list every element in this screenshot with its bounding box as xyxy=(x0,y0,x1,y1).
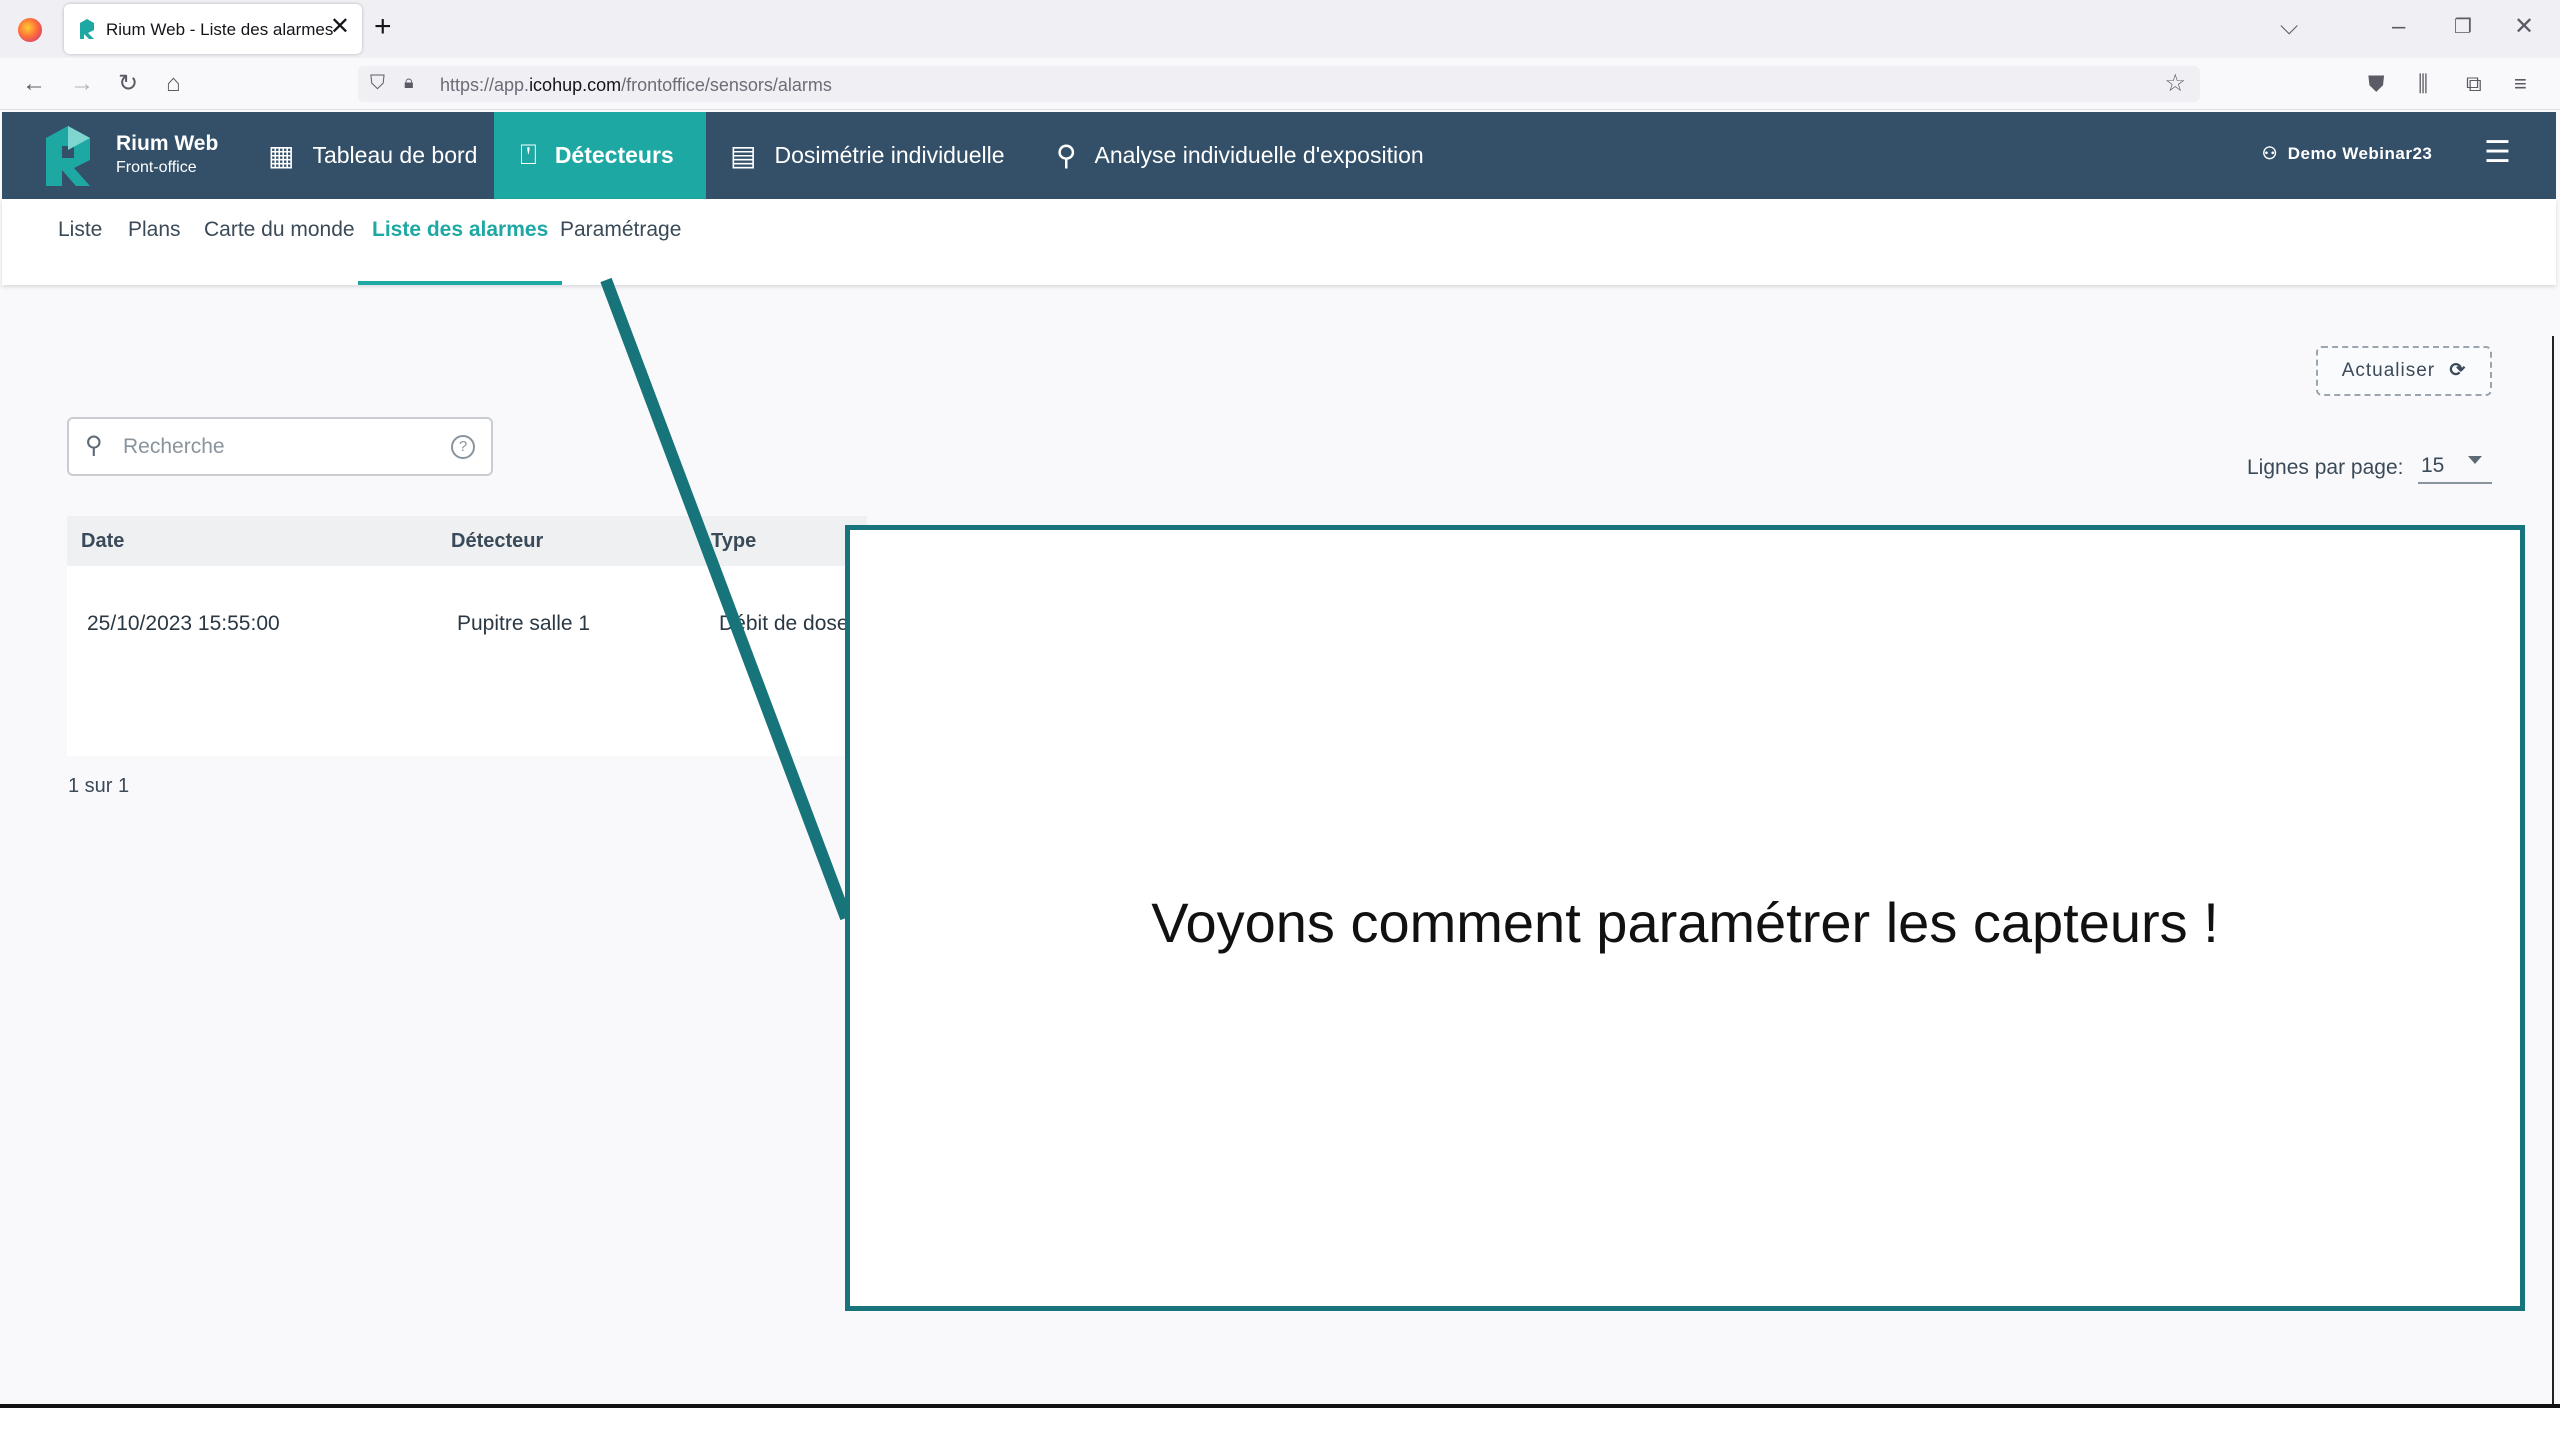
cell-detecteur: Pupitre salle 1 xyxy=(457,612,591,635)
browser-menu-icon[interactable]: ≡ xyxy=(2514,70,2527,98)
brand-subtitle: Front-office xyxy=(116,159,197,176)
search-field[interactable]: ⚲ Recherche ? xyxy=(67,417,493,476)
nav-label: Détecteurs xyxy=(554,142,674,168)
nav-dosimetrie-individuelle[interactable]: ▤ Dosimétrie individuelle xyxy=(730,112,1005,199)
dashboard-icon: ▦ xyxy=(268,140,295,171)
restore-icon[interactable]: ❐ xyxy=(2454,12,2472,42)
refresh-button[interactable]: Actualiser ⟳ xyxy=(2316,346,2492,396)
user-menu[interactable]: ⚇ Demo Webinar23 xyxy=(2262,144,2432,164)
rium-favicon-icon xyxy=(80,19,94,39)
person-search-icon: ⚲ xyxy=(1056,140,1077,171)
forward-icon[interactable]: → xyxy=(70,68,94,100)
pagination-info: 1 sur 1 xyxy=(68,775,130,797)
search-icon: ⚲ xyxy=(85,432,103,459)
callout-text: Voyons comment paramétrer les capteurs ! xyxy=(1151,891,2219,954)
detector-icon: ⍞ xyxy=(520,139,537,170)
hamburger-menu-icon[interactable]: ☰ xyxy=(2484,138,2511,168)
nav-label: Tableau de bord xyxy=(312,142,478,168)
nav-analyse-individuelle[interactable]: ⚲ Analyse individuelle d'exposition xyxy=(1056,112,1424,199)
sub-navigation: Liste Plans Carte du monde Liste des ala… xyxy=(2,199,2556,285)
brand-name: Rium Web xyxy=(116,132,219,155)
user-icon: ⚇ xyxy=(2262,144,2278,163)
id-card-icon: ▤ xyxy=(730,140,757,171)
tab-title: Rium Web - Liste des alarmes xyxy=(106,20,334,39)
table-header: Date Détecteur Type xyxy=(67,516,867,566)
nav-detecteurs[interactable]: ⍞ Détecteurs xyxy=(494,112,706,199)
viewport-right-edge xyxy=(2552,336,2554,1406)
browser-tab-strip: Rium Web - Liste des alarmes ✕ + ⌵ – ❐ ✕ xyxy=(0,0,2560,58)
tab-close-icon[interactable]: ✕ xyxy=(330,15,350,39)
subtab-carte-du-monde[interactable]: Carte du monde xyxy=(190,199,369,285)
nav-label: Analyse individuelle d'exposition xyxy=(1094,142,1424,168)
caret-down-icon xyxy=(2468,456,2482,464)
browser-tab-active[interactable]: Rium Web - Liste des alarmes ✕ xyxy=(64,4,362,54)
rium-logo-icon[interactable] xyxy=(42,124,94,188)
column-header-type[interactable]: Type xyxy=(711,530,756,553)
minimize-icon[interactable]: – xyxy=(2392,12,2405,42)
cell-date: 25/10/2023 15:55:00 xyxy=(87,612,280,635)
table-row[interactable]: 25/10/2023 15:55:00 Pupitre salle 1 Débi… xyxy=(67,566,867,756)
new-tab-button[interactable]: + xyxy=(374,12,392,42)
refresh-icon: ⟳ xyxy=(2449,360,2467,381)
subtab-liste-des-alarmes[interactable]: Liste des alarmes xyxy=(358,199,563,285)
pocket-icon[interactable]: ⛊ xyxy=(2368,70,2385,98)
rows-per-page-select[interactable]: 15 xyxy=(2418,444,2492,484)
tab-list-chevron-icon[interactable]: ⌵ xyxy=(2280,12,2298,42)
browser-toolbar: ← → ↻ ⌂ ⛉ 🔒︎ https://app.icohup.com/fron… xyxy=(0,58,2560,110)
nav-tableau-de-bord[interactable]: ▦ Tableau de bord xyxy=(258,112,487,199)
home-icon[interactable]: ⌂ xyxy=(166,68,181,100)
bookmark-star-icon[interactable]: ☆ xyxy=(2164,69,2186,98)
extensions-icon[interactable]: ⧉ xyxy=(2466,70,2482,98)
viewport-bottom-edge xyxy=(0,1404,2560,1408)
alarms-table: Date Détecteur Type 25/10/2023 15:55:00 … xyxy=(67,516,867,756)
rows-per-page-value: 15 xyxy=(2421,454,2445,477)
subtab-plans[interactable]: Plans xyxy=(114,199,195,285)
cell-type: Débit de dose xyxy=(719,612,849,635)
app-header: Rium Web Front-office ▦ Tableau de bord … xyxy=(2,112,2556,199)
help-icon[interactable]: ? xyxy=(451,435,475,459)
subtab-liste[interactable]: Liste xyxy=(44,199,116,285)
tracking-shield-icon[interactable]: ⛉ xyxy=(370,72,385,95)
window-close-icon[interactable]: ✕ xyxy=(2514,12,2534,42)
firefox-logo-icon[interactable] xyxy=(18,18,42,42)
refresh-label: Actualiser xyxy=(2341,360,2436,381)
tutorial-callout: Voyons comment paramétrer les capteurs ! xyxy=(845,525,2525,1311)
column-header-detecteur[interactable]: Détecteur xyxy=(451,530,543,553)
url-text[interactable]: https://app.icohup.com/frontoffice/senso… xyxy=(440,75,832,96)
library-icon[interactable]: ⫼ xyxy=(2418,70,2428,98)
search-input[interactable]: Recherche xyxy=(123,435,225,459)
nav-label: Dosimétrie individuelle xyxy=(774,142,1005,168)
lock-icon[interactable]: 🔒︎ xyxy=(404,72,414,93)
rows-per-page-label: Lignes par page: xyxy=(2247,456,2404,479)
url-bar[interactable]: ⛉ 🔒︎ https://app.icohup.com/frontoffice/… xyxy=(358,66,2200,102)
subtab-parametrage[interactable]: Paramétrage xyxy=(546,199,695,285)
back-icon[interactable]: ← xyxy=(22,68,46,100)
column-header-date[interactable]: Date xyxy=(81,530,124,553)
reload-icon[interactable]: ↻ xyxy=(118,68,138,100)
